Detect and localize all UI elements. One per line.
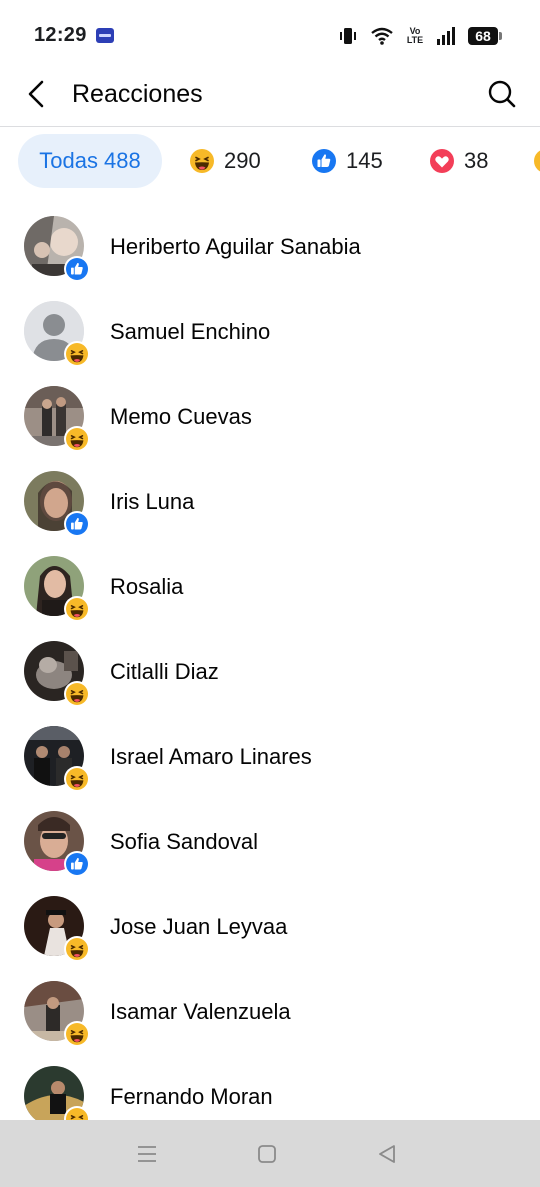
list-item[interactable]: Citlalli Diaz (0, 629, 540, 714)
vibrate-icon (340, 28, 356, 44)
status-bar: 12:29 Vo LTE 68 (0, 0, 540, 70)
love-emoji-icon (430, 149, 454, 173)
search-icon (488, 80, 516, 108)
haha-badge (64, 596, 90, 622)
user-name[interactable]: Citlalli Diaz (110, 659, 219, 685)
back-nav-button[interactable] (375, 1142, 399, 1166)
reaction-list: Heriberto Aguilar Sanabia Samuel Enchino… (0, 204, 540, 1120)
volte-bottom-label: LTE (406, 35, 424, 45)
chevron-left-icon (28, 80, 44, 108)
status-time: 12:29 (34, 24, 87, 46)
list-item[interactable]: Rosalia (0, 544, 540, 629)
home-button[interactable] (255, 1142, 279, 1166)
tab-like-count: 145 (346, 148, 383, 173)
list-item[interactable]: Heriberto Aguilar Sanabia (0, 204, 540, 289)
haha-badge (64, 341, 90, 367)
list-item[interactable]: Isamar Valenzuela (0, 969, 540, 1054)
haha-icon (66, 598, 88, 620)
user-name[interactable]: Isamar Valenzuela (110, 999, 291, 1025)
search-button[interactable] (484, 76, 520, 112)
user-name[interactable]: Jose Juan Leyvaa (110, 914, 287, 940)
reaction-filter-bar: Todas 488 290 145 38 (0, 134, 540, 190)
list-item[interactable]: Israel Amaro Linares (0, 714, 540, 799)
back-triangle-icon (379, 1145, 395, 1163)
list-item[interactable]: Sofia Sandoval (0, 799, 540, 884)
user-name[interactable]: Fernando Moran (110, 1084, 273, 1110)
like-badge (64, 256, 90, 282)
like-emoji-icon (312, 149, 336, 173)
list-item[interactable]: Memo Cuevas (0, 374, 540, 459)
haha-badge (64, 681, 90, 707)
user-name[interactable]: Israel Amaro Linares (110, 744, 312, 770)
user-name[interactable]: Sofia Sandoval (110, 829, 258, 855)
tab-love[interactable]: 38 (430, 134, 488, 188)
home-square-icon (258, 1145, 276, 1163)
tab-all-label: Todas 488 (39, 148, 141, 173)
tab-haha-count: 290 (224, 148, 261, 173)
like-badge (64, 851, 90, 877)
carrier-app-icon (96, 28, 114, 43)
battery-icon: 68 (468, 27, 502, 45)
haha-badge (64, 1021, 90, 1047)
haha-icon (66, 1023, 88, 1045)
user-name[interactable]: Heriberto Aguilar Sanabia (110, 234, 361, 260)
like-icon (66, 258, 88, 280)
list-item[interactable]: Jose Juan Leyvaa (0, 884, 540, 969)
haha-icon (66, 343, 88, 365)
haha-badge (64, 426, 90, 452)
signal-icon (437, 27, 455, 45)
like-badge (64, 511, 90, 537)
tab-more-partial[interactable] (534, 134, 540, 188)
haha-icon (66, 768, 88, 790)
back-button[interactable] (18, 76, 54, 112)
wifi-icon (371, 27, 393, 45)
haha-icon (66, 683, 88, 705)
page-title: Reacciones (72, 80, 203, 108)
tab-all[interactable]: Todas 488 (18, 134, 162, 188)
volte-icon: Vo LTE (406, 27, 424, 45)
list-item[interactable]: Iris Luna (0, 459, 540, 544)
like-icon (66, 513, 88, 535)
tab-haha[interactable]: 290 (190, 134, 261, 188)
app-header: Reacciones (0, 70, 540, 127)
battery-level: 68 (475, 28, 491, 44)
haha-icon (66, 428, 88, 450)
like-icon (66, 853, 88, 875)
user-name[interactable]: Iris Luna (110, 489, 194, 515)
tab-like[interactable]: 145 (312, 134, 383, 188)
menu-lines-icon (138, 1146, 156, 1162)
status-icons: Vo LTE 68 (338, 24, 502, 48)
haha-badge (64, 1106, 90, 1120)
list-item[interactable]: Samuel Enchino (0, 289, 540, 374)
haha-icon (66, 1108, 88, 1120)
tab-love-count: 38 (464, 148, 489, 173)
user-name[interactable]: Rosalia (110, 574, 183, 600)
recent-apps-button[interactable] (135, 1142, 159, 1166)
list-item[interactable]: Fernando Moran (0, 1054, 540, 1120)
system-nav-bar (0, 1120, 540, 1187)
haha-emoji-icon (190, 149, 214, 173)
haha-icon (66, 938, 88, 960)
haha-badge (64, 936, 90, 962)
user-name[interactable]: Memo Cuevas (110, 404, 252, 430)
user-name[interactable]: Samuel Enchino (110, 319, 270, 345)
haha-badge (64, 766, 90, 792)
partial-emoji-icon (534, 150, 540, 172)
